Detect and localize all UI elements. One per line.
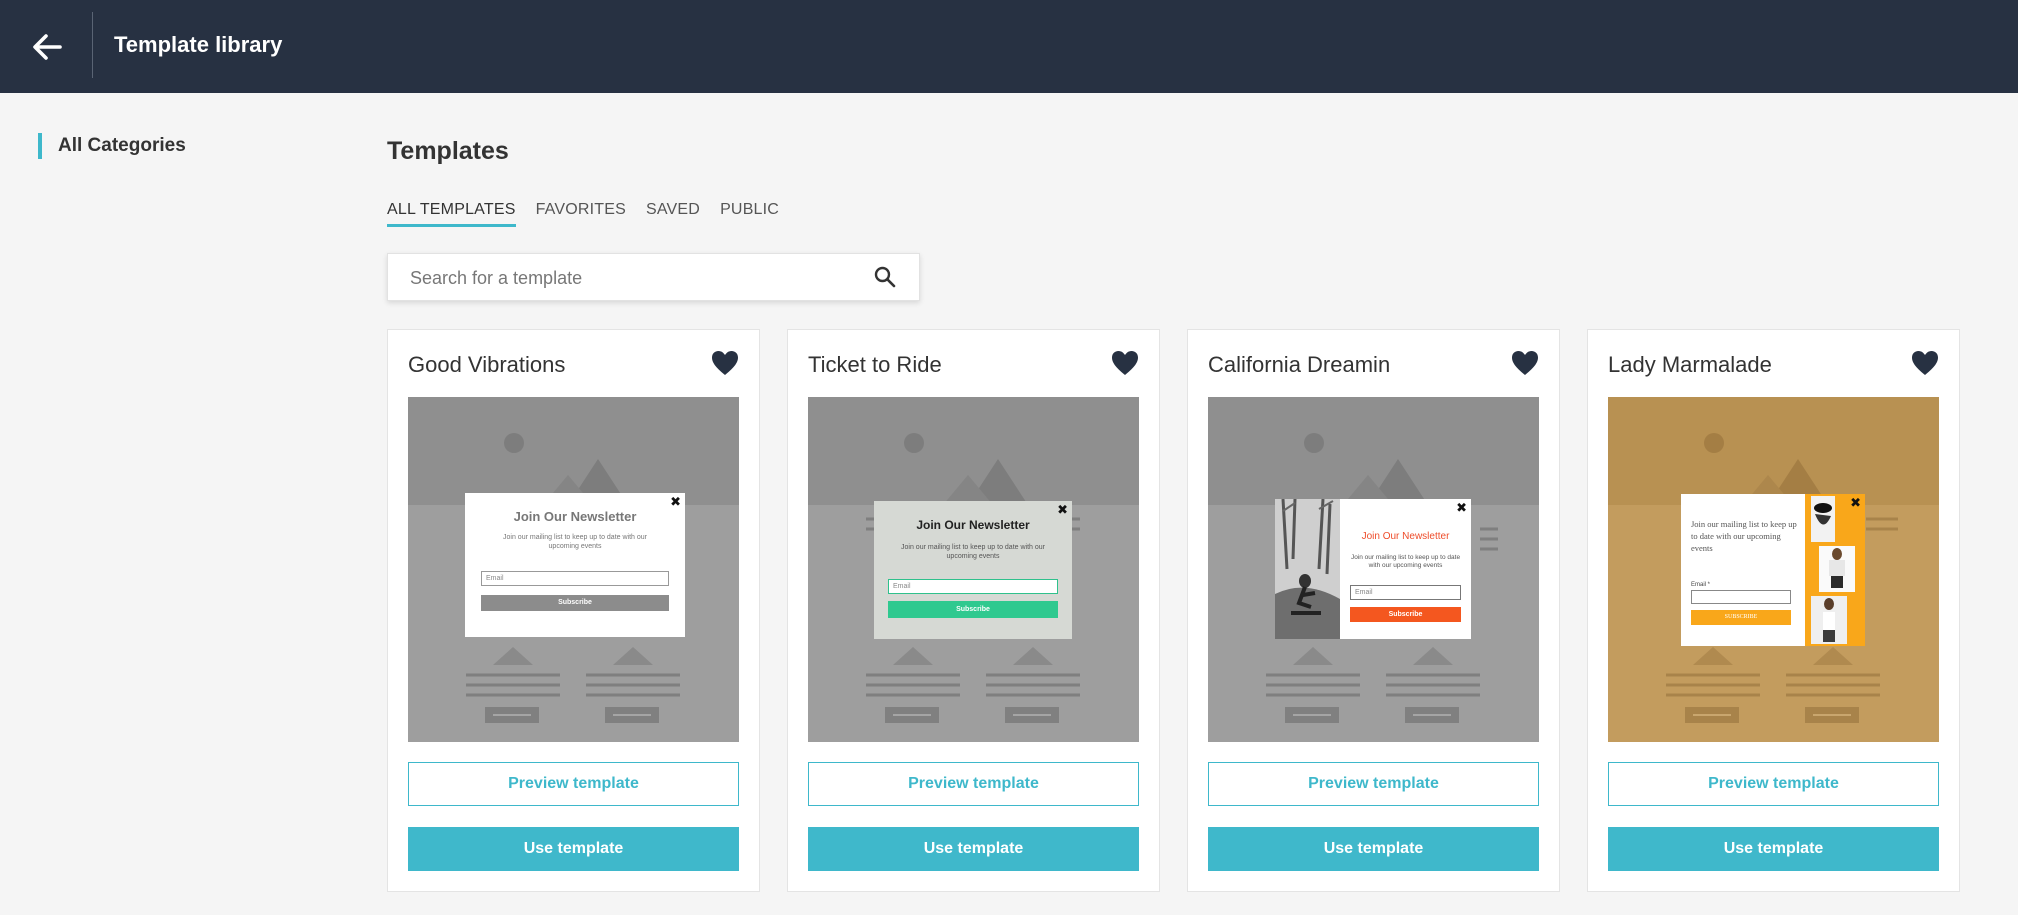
template-thumbnail[interactable]: ✖ Join Our Newsletter Join our mailing l… [408,397,739,742]
popup-text: Join our mailing list to keep up to date… [503,534,647,550]
popup-subscribe-button: SUBSCRIBE [1691,610,1791,625]
tab-public[interactable]: PUBLIC [720,200,779,227]
close-icon: ✖ [670,494,681,509]
template-card: Lady Marmalade ✖ Join our mailing list t… [1587,329,1960,892]
page-title: Templates [387,137,509,165]
popup-email-field: Email [1350,585,1461,600]
newsletter-popup-preview: ✖ Join Our Newsletter Join our mailing l… [465,493,685,637]
newsletter-popup-preview: ✖ Join Our Newsletter Join our mailing l… [1275,499,1471,639]
template-card: Ticket to Ride ✖ Join Our Newsletter Joi… [787,329,1160,892]
template-tabs: ALL TEMPLATES FAVORITES SAVED PUBLIC [387,200,779,227]
use-template-button[interactable]: Use template [408,827,739,871]
top-bar: Template library [0,0,2018,93]
popup-email-field: Email [888,579,1058,594]
popup-email-label: Email * [1691,582,1711,588]
back-button[interactable] [26,26,68,68]
fashion-photo [1805,494,1865,646]
search-box [387,253,920,301]
search-icon[interactable] [873,265,897,289]
heart-icon[interactable] [1911,350,1939,376]
search-input[interactable] [410,264,850,292]
header-divider [92,12,93,78]
template-title: California Dreamin [1208,352,1391,377]
popup-subscribe-button: Subscribe [481,595,669,611]
popup-text: Join our mailing list to keep up to date… [1350,554,1461,569]
page-header-title: Template library [114,32,283,57]
tab-saved[interactable]: SAVED [646,200,700,227]
heart-icon[interactable] [1511,350,1539,376]
tab-all-templates[interactable]: ALL TEMPLATES [387,200,516,227]
heart-icon[interactable] [711,350,739,376]
preview-template-button[interactable]: Preview template [808,762,1139,806]
template-thumbnail[interactable]: ✖ Join Our Newsletter Join our mailing l… [808,397,1139,742]
popup-heading: Join Our Newsletter [513,509,637,524]
newsletter-popup-preview: ✖ Join Our Newsletter Join our mailing l… [874,501,1072,639]
template-card: California Dreamin ✖ Join Our Newsletter… [1187,329,1560,892]
use-template-button[interactable]: Use template [808,827,1139,871]
template-card: Good Vibrations ✖ Join Our Newsletter Jo… [387,329,760,892]
preview-template-button[interactable]: Preview template [408,762,739,806]
close-icon: ✖ [1057,502,1068,517]
preview-template-button[interactable]: Preview template [1608,762,1939,806]
popup-text: Join our mailing list to keep up to date… [1691,519,1797,553]
preview-template-button[interactable]: Preview template [1208,762,1539,806]
arrow-left-icon [33,34,62,60]
use-template-button[interactable]: Use template [1608,827,1939,871]
template-thumbnail[interactable]: ✖ Join Our Newsletter Join our mailing l… [1208,397,1539,742]
popup-email-field [1691,590,1791,604]
template-title: Ticket to Ride [808,352,942,377]
popup-email-field: Email [481,571,669,586]
sidebar-item-all-categories[interactable]: All Categories [38,133,186,159]
skateboarder-photo [1275,499,1340,639]
popup-subscribe-button: Subscribe [1350,607,1461,622]
popup-text: Join our mailing list to keep up to date… [901,544,1045,560]
template-title: Lady Marmalade [1608,352,1772,377]
popup-heading: Join Our Newsletter [916,518,1030,532]
newsletter-popup-preview: ✖ Join our mailing list to keep up to da… [1681,494,1865,646]
template-title: Good Vibrations [408,352,566,377]
tab-favorites[interactable]: FAVORITES [536,200,626,227]
close-icon: ✖ [1850,495,1861,510]
close-icon: ✖ [1456,500,1467,515]
template-thumbnail[interactable]: ✖ Join our mailing list to keep up to da… [1608,397,1939,742]
popup-subscribe-button: Subscribe [888,601,1058,618]
heart-icon[interactable] [1111,350,1139,376]
popup-heading: Join Our Newsletter [1361,531,1450,542]
use-template-button[interactable]: Use template [1208,827,1539,871]
